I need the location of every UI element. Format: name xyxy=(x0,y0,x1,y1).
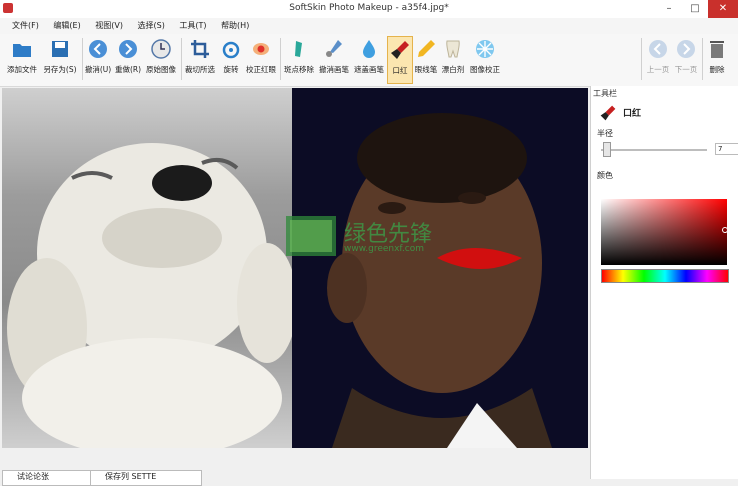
hue-slider[interactable] xyxy=(601,269,729,283)
status-button-2[interactable]: 保存列 SETTE xyxy=(90,470,202,486)
clock-icon xyxy=(151,39,171,59)
toolbar-separator xyxy=(702,38,703,80)
image-canvas[interactable]: 绿色先锋 www.greenxf.com xyxy=(2,88,588,448)
minimize-button[interactable]: – xyxy=(656,0,682,18)
prev-page-button[interactable]: 上一页 xyxy=(644,36,672,82)
toolbar-separator xyxy=(280,38,281,80)
close-button[interactable]: ✕ xyxy=(708,0,738,18)
color-label: 颜色 xyxy=(597,171,613,180)
redo-icon xyxy=(119,40,137,58)
watermark-url: www.greenxf.com xyxy=(344,244,425,254)
title-bar: SoftSkin Photo Makeup - a35f4.jpg* – □ ✕ xyxy=(0,0,738,19)
snowflake-icon xyxy=(476,40,494,58)
teeth-whitening-button[interactable]: 漂白剂 xyxy=(440,36,466,82)
color-picker-area[interactable] xyxy=(601,199,728,265)
save-icon xyxy=(52,41,68,57)
eyeliner-button[interactable]: 眼线笔 xyxy=(413,36,439,82)
lipstick-button[interactable]: 口红 xyxy=(387,36,413,84)
color-gradient xyxy=(601,199,728,265)
undo-icon xyxy=(89,40,107,58)
red-eye-button[interactable]: 校正红眼 xyxy=(244,36,278,82)
man-illustration xyxy=(327,113,552,448)
trash-icon xyxy=(710,41,724,58)
toolbar: 添加文件 另存为(S) 撤消(U) 重做(R) 原始图像 裁切所选 旋转 校正红… xyxy=(0,34,738,87)
radius-slider-thumb[interactable] xyxy=(603,142,611,157)
folder-icon xyxy=(13,44,31,57)
rotate-icon xyxy=(222,41,240,59)
dog-photo xyxy=(2,88,297,448)
eye-icon xyxy=(253,43,269,55)
status-button-1[interactable]: 试论论张 xyxy=(2,470,92,486)
lipstick-icon xyxy=(391,41,409,59)
radius-value-field[interactable]: 7 xyxy=(715,143,738,155)
arrow-right-icon xyxy=(677,40,695,58)
maximize-button[interactable]: □ xyxy=(682,0,708,18)
toolbar-separator xyxy=(181,38,182,80)
undo-button[interactable]: 撤消(U) xyxy=(84,36,112,82)
toolbar-separator xyxy=(82,38,83,80)
add-file-button[interactable]: 添加文件 xyxy=(4,36,40,82)
radius-label: 半径 xyxy=(597,129,613,138)
menu-file[interactable]: 文件(F) xyxy=(6,18,45,34)
delete-button[interactable]: 删除 xyxy=(706,36,728,82)
spot-removal-button[interactable]: 斑点移除 xyxy=(282,36,316,82)
crop-button[interactable]: 裁切所选 xyxy=(183,36,217,82)
tool-panel: 工具栏 口红 半径 7 颜色 xyxy=(590,86,738,479)
original-image-button[interactable]: 原始图像 xyxy=(144,36,178,82)
rotate-button[interactable]: 旋转 xyxy=(219,36,243,82)
menu-bar: 文件(F) 编辑(E) 视图(V) 选择(S) 工具(T) 帮助(H) xyxy=(0,18,738,34)
window-title: SoftSkin Photo Makeup - a35f4.jpg* xyxy=(289,3,449,13)
toolbar-separator xyxy=(641,38,642,80)
status-bar: 试论论张 保存列 SETTE xyxy=(0,468,590,486)
crop-icon xyxy=(191,40,209,58)
dog-illustration xyxy=(7,143,297,448)
drop-icon xyxy=(363,40,375,58)
next-page-button[interactable]: 下一页 xyxy=(672,36,700,82)
man-photo xyxy=(292,88,588,448)
radius-slider-track[interactable] xyxy=(601,149,707,151)
smear-brush-button[interactable]: 遮盖画笔 xyxy=(352,36,386,82)
brush-icon xyxy=(326,40,342,57)
lipstick-icon xyxy=(600,105,616,121)
menu-select[interactable]: 选择(S) xyxy=(132,18,171,34)
spot-removal-icon xyxy=(295,41,302,57)
tooth-icon xyxy=(446,40,460,58)
menu-view[interactable]: 视图(V) xyxy=(89,18,129,34)
image-correction-button[interactable]: 图像校正 xyxy=(467,36,503,82)
save-as-button[interactable]: 另存为(S) xyxy=(40,36,80,82)
menu-tools[interactable]: 工具(T) xyxy=(173,18,212,34)
arrow-left-icon xyxy=(649,40,667,58)
undo-brush-button[interactable]: 撤消画笔 xyxy=(317,36,351,82)
menu-edit[interactable]: 编辑(E) xyxy=(47,18,86,34)
panel-title: 工具栏 xyxy=(593,89,617,98)
menu-help[interactable]: 帮助(H) xyxy=(215,18,255,34)
redo-button[interactable]: 重做(R) xyxy=(114,36,142,82)
current-tool-name: 口红 xyxy=(623,109,642,119)
pencil-icon xyxy=(418,40,435,57)
watermark: 绿色先锋 www.greenxf.com xyxy=(284,214,474,258)
